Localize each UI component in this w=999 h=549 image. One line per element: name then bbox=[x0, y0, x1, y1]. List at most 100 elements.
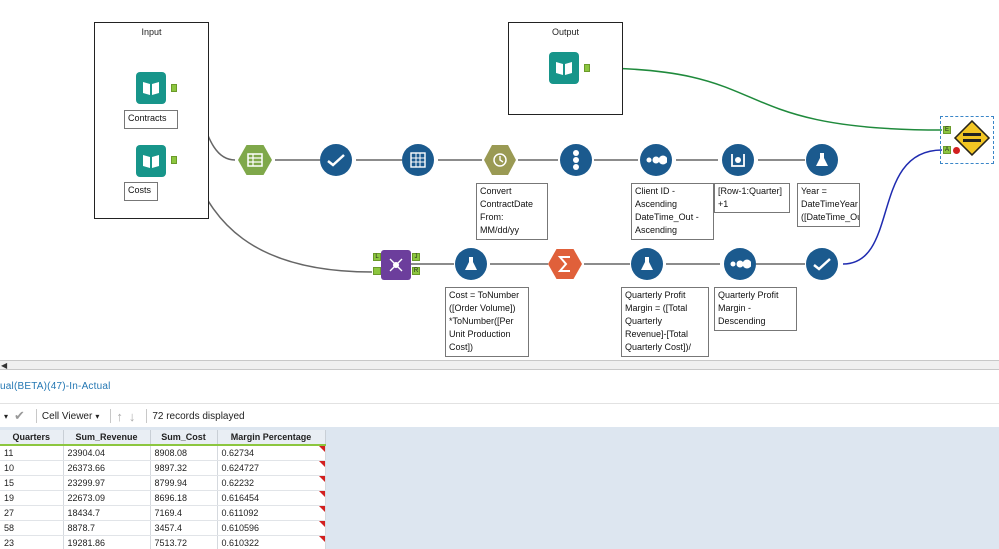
check-icon bbox=[813, 258, 831, 271]
formula-year-annotation: Year = DateTimeYear ([DateTime_Out]) bbox=[797, 183, 860, 227]
cell-viewer-dropdown[interactable]: Cell Viewer bbox=[42, 411, 92, 422]
table-cell[interactable]: 7513.72 bbox=[150, 535, 218, 549]
cross-tab-tool[interactable] bbox=[402, 144, 434, 176]
table-cell[interactable]: 0.62232 bbox=[217, 475, 326, 491]
join-anchor-l[interactable]: L bbox=[373, 253, 381, 261]
record-id-tool[interactable] bbox=[560, 144, 592, 176]
output-container-title: Output bbox=[551, 27, 580, 37]
formula-margin-annotation: Quarterly Profit Margin = ([Total Quarte… bbox=[621, 287, 709, 357]
formula-tool-margin[interactable] bbox=[631, 248, 663, 280]
table-cell[interactable]: 19 bbox=[0, 490, 64, 506]
output-tool[interactable] bbox=[549, 52, 579, 84]
checkmark-icon[interactable]: ✔ bbox=[14, 408, 25, 424]
output-tool-anchor[interactable] bbox=[584, 64, 590, 72]
table-cell[interactable]: 7169.4 bbox=[150, 505, 218, 521]
toolbar-separator bbox=[110, 409, 112, 423]
input-container-title: Input bbox=[141, 27, 162, 37]
costs-input-tool[interactable] bbox=[136, 145, 166, 177]
table-cell[interactable]: 0.611092 bbox=[217, 505, 326, 521]
table-cell[interactable]: 23299.97 bbox=[63, 475, 151, 491]
arrow-down-icon[interactable]: ↓ bbox=[129, 409, 136, 424]
sort1-annotation: Client ID - Ascending DateTime_Out - Asc… bbox=[631, 183, 714, 240]
table-cell[interactable]: 8878.7 bbox=[63, 520, 151, 536]
table-row[interactable]: 10 26373.66 9897.32 0.624727 bbox=[0, 460, 326, 476]
table-cell[interactable]: 0.624727 bbox=[217, 460, 326, 476]
table-cell[interactable]: 0.62734 bbox=[217, 445, 326, 461]
join-icon bbox=[389, 258, 403, 272]
table-cell[interactable]: 3457.4 bbox=[150, 520, 218, 536]
table-cell[interactable]: 8696.18 bbox=[150, 490, 218, 506]
sort-tool-1[interactable] bbox=[640, 144, 672, 176]
contracts-label: Contracts bbox=[124, 110, 178, 129]
filter-tool[interactable] bbox=[320, 144, 352, 176]
clock-icon bbox=[493, 153, 507, 167]
flask-icon bbox=[641, 257, 653, 270]
compare-tool-selection[interactable]: E A bbox=[940, 116, 994, 164]
formula-tool-year[interactable] bbox=[806, 144, 838, 176]
table-cell[interactable]: 23904.04 bbox=[63, 445, 151, 461]
table-row[interactable]: 19 22673.09 8696.18 0.616454 bbox=[0, 490, 326, 506]
table-cell[interactable]: 58 bbox=[0, 520, 64, 536]
workflow-canvas[interactable]: Input Output Contracts Costs Convert Con… bbox=[0, 0, 999, 360]
column-header[interactable]: Sum_Revenue bbox=[63, 430, 151, 446]
equals-icon bbox=[963, 131, 981, 145]
table-cell[interactable]: 10 bbox=[0, 460, 64, 476]
compare-anchor-a[interactable]: A bbox=[943, 146, 951, 154]
table-cell[interactable]: 15 bbox=[0, 475, 64, 491]
table-cell[interactable]: 0.610596 bbox=[217, 520, 326, 536]
arrow-up-icon[interactable]: ↑ bbox=[116, 409, 123, 424]
results-table: Quarters Sum_Revenue Sum_Cost Margin Per… bbox=[0, 430, 326, 549]
join-anchor-j[interactable]: J bbox=[412, 253, 420, 261]
table-cell[interactable]: 22673.09 bbox=[63, 490, 151, 506]
table-cell[interactable]: 8799.94 bbox=[150, 475, 218, 491]
table-row[interactable]: 15 23299.97 8799.94 0.62232 bbox=[0, 475, 326, 491]
table-row[interactable]: 11 23904.04 8908.08 0.62734 bbox=[0, 445, 326, 461]
multi-row-formula-tool[interactable] bbox=[722, 144, 754, 176]
table-cell[interactable]: 8908.08 bbox=[150, 445, 218, 461]
table-row[interactable]: 27 18434.7 7169.4 0.611092 bbox=[0, 505, 326, 521]
table-cell[interactable]: 19281.86 bbox=[63, 535, 151, 549]
join-anchor-r[interactable]: R bbox=[412, 267, 420, 275]
results-toolbar: ▾ ✔ Cell Viewer ▾ ↑ ↓ 72 records display… bbox=[0, 405, 999, 427]
table-row[interactable]: 23 19281.86 7513.72 0.610322 bbox=[0, 535, 326, 549]
table-cell[interactable]: 9897.32 bbox=[150, 460, 218, 476]
sort-dots-icon bbox=[646, 155, 667, 165]
view-chevron-down-icon[interactable]: ▾ bbox=[95, 412, 99, 421]
numbered-list-icon bbox=[573, 150, 579, 170]
column-header[interactable]: Sum_Cost bbox=[150, 430, 218, 446]
scroll-left-icon[interactable]: ◀ bbox=[1, 361, 7, 370]
table-cell[interactable]: 27 bbox=[0, 505, 64, 521]
table-cell[interactable]: 26373.66 bbox=[63, 460, 151, 476]
join-anchor-r-in[interactable] bbox=[373, 267, 381, 275]
sigma-icon bbox=[557, 256, 570, 272]
compare-anchor-e[interactable]: E bbox=[943, 126, 951, 134]
toolbar-separator bbox=[146, 409, 148, 423]
select-tool-2[interactable] bbox=[806, 248, 838, 280]
contracts-input-tool[interactable] bbox=[136, 72, 166, 104]
column-header[interactable]: Margin Percentage bbox=[217, 430, 326, 446]
table-cell[interactable]: 0.616454 bbox=[217, 490, 326, 506]
multirow-annotation: [Row-1:Quarter] +1 bbox=[714, 183, 790, 213]
dropdown-icon[interactable]: ▾ bbox=[4, 412, 8, 421]
book-icon bbox=[143, 155, 159, 168]
sort-dots-icon bbox=[730, 259, 751, 269]
contracts-output-anchor[interactable] bbox=[171, 84, 177, 92]
table-cell[interactable]: 11 bbox=[0, 445, 64, 461]
table-cell[interactable]: 18434.7 bbox=[63, 505, 151, 521]
results-title[interactable]: ual(BETA)(47)-In-Actual bbox=[0, 381, 111, 392]
formula-tool-cost[interactable] bbox=[455, 248, 487, 280]
costs-output-anchor[interactable] bbox=[171, 156, 177, 164]
column-header[interactable]: Quarters bbox=[0, 430, 64, 446]
toolbar-separator bbox=[35, 409, 37, 423]
sort-tool-2[interactable] bbox=[724, 248, 756, 280]
table-row[interactable]: 58 8878.7 3457.4 0.610596 bbox=[0, 520, 326, 536]
join-tool[interactable] bbox=[381, 250, 411, 280]
flask-icon bbox=[465, 257, 477, 270]
table-cell[interactable]: 0.610322 bbox=[217, 535, 326, 549]
table-cell[interactable]: 23 bbox=[0, 535, 64, 549]
table-select-icon bbox=[247, 153, 263, 167]
sort2-annotation: Quarterly Profit Margin - Descending bbox=[714, 287, 797, 331]
canvas-horizontal-scrollbar[interactable]: ◀ bbox=[0, 360, 999, 370]
grid-icon bbox=[410, 152, 426, 168]
book-icon bbox=[556, 62, 572, 75]
